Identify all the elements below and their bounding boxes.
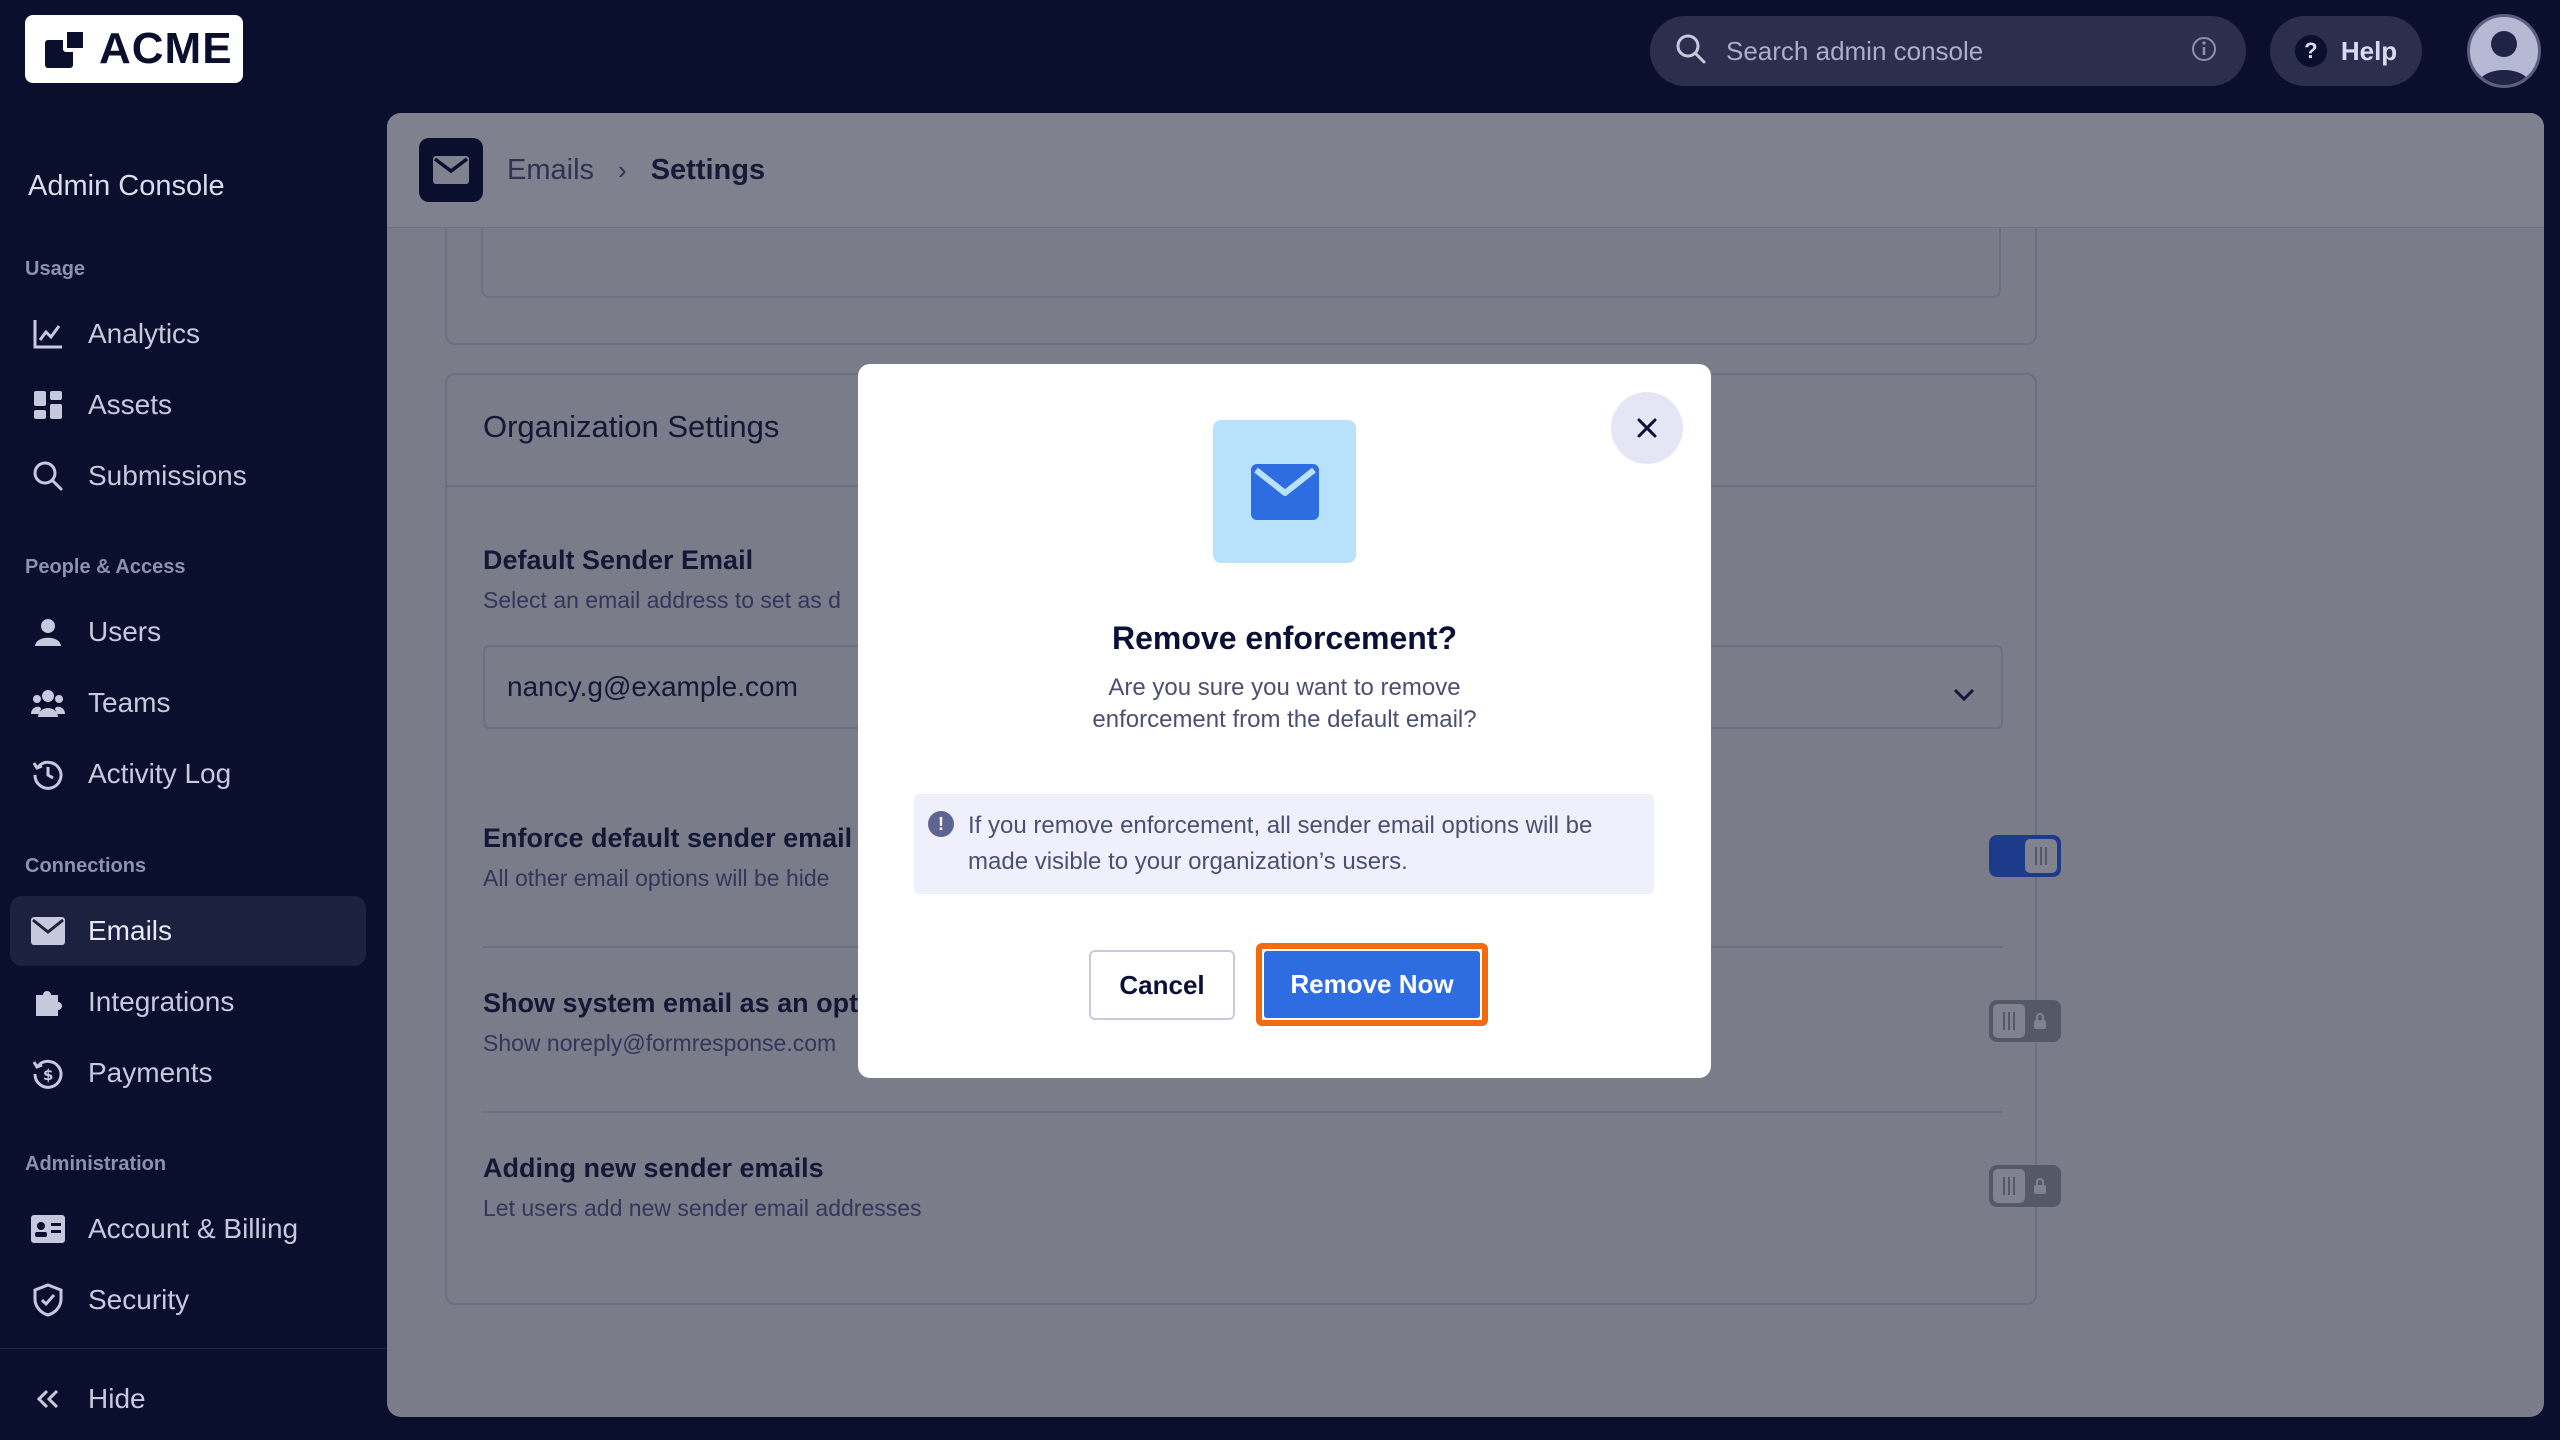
sidebar-item-label: Submissions	[88, 460, 247, 491]
breadcrumb-current: Settings	[650, 153, 766, 186]
highlight-outline: Remove Now	[1256, 943, 1488, 1026]
search-bar[interactable]	[1650, 16, 2246, 86]
sidebar-item-label: Security	[88, 1284, 190, 1315]
sender-emails-card	[445, 228, 2037, 345]
enforce-toggle[interactable]	[1989, 835, 2061, 877]
sidebar-item-label: Analytics	[88, 318, 201, 349]
sidebar-item-label: Activity Log	[88, 758, 232, 789]
sidebar-item-label: Account & Billing	[88, 1213, 299, 1244]
system-email-label: Show system email as an opt	[483, 988, 859, 1018]
breadcrumb-separator: ›	[618, 154, 627, 185]
payment-icon: $	[30, 1055, 66, 1091]
shield-icon	[30, 1282, 66, 1318]
team-icon	[30, 685, 66, 721]
acme-logo[interactable]: ACME	[25, 15, 243, 83]
sidebar-item-users[interactable]: Users	[10, 597, 366, 667]
warning-note: ! If you remove enforcement, all sender …	[914, 794, 1654, 894]
toggle-knob	[1993, 1004, 2025, 1038]
mail-icon	[1213, 420, 1356, 563]
section-usage: Usage	[25, 258, 86, 280]
sidebar-item-activity-log[interactable]: Activity Log	[10, 739, 366, 809]
enforce-description: All other email options will be hide	[483, 865, 830, 891]
sidebar-item-integrations[interactable]: Integrations	[10, 967, 366, 1037]
svg-text:$: $	[43, 1066, 53, 1084]
sidebar-item-teams[interactable]: Teams	[10, 668, 366, 738]
default-sender-description: Select an email address to set as d	[483, 587, 841, 613]
card-title: Organization Settings	[483, 409, 780, 444]
section-administration: Administration	[25, 1153, 167, 1175]
user-icon	[2478, 31, 2530, 85]
sidebar-item-submissions[interactable]: Submissions	[10, 441, 366, 511]
help-label: Help	[2340, 35, 2398, 66]
sidebar-item-analytics[interactable]: Analytics	[10, 299, 366, 369]
chevron-down-icon	[1953, 677, 1975, 709]
search-icon	[30, 458, 66, 494]
mail-icon	[419, 138, 483, 202]
logo-mark-icon	[45, 28, 89, 70]
modal-message: Are you sure you want to remove enforcem…	[1092, 674, 1477, 733]
help-button[interactable]: ? Help	[2270, 16, 2422, 86]
puzzle-icon	[30, 984, 66, 1020]
hide-sidebar-button[interactable]: Hide	[10, 1364, 366, 1434]
new-senders-label: Adding new sender emails	[483, 1153, 824, 1183]
sidebar-item-account-billing[interactable]: Account & Billing	[10, 1194, 366, 1264]
sidebar-title: Admin Console	[28, 170, 225, 202]
remove-enforcement-modal: Remove enforcement? Are you sure you wan…	[858, 364, 1711, 1078]
search-input[interactable]	[1726, 35, 2172, 67]
search-icon	[1674, 32, 1708, 71]
chart-line-icon	[30, 316, 66, 352]
remove-now-button[interactable]: Remove Now	[1264, 951, 1480, 1018]
sidebar-item-security[interactable]: Security	[10, 1265, 366, 1335]
toggle-knob	[1993, 1169, 2025, 1203]
new-senders-description: Let users add new sender email addresses	[483, 1195, 922, 1221]
mail-icon	[30, 913, 66, 949]
double-chevron-left-icon	[30, 1381, 66, 1417]
toggle-knob	[2025, 839, 2057, 873]
enforce-label: Enforce default sender email	[483, 823, 853, 853]
cancel-button[interactable]: Cancel	[1089, 950, 1235, 1020]
hide-label: Hide	[88, 1383, 146, 1414]
close-icon	[1637, 418, 1657, 438]
lock-icon	[2025, 1004, 2055, 1038]
info-icon: !	[928, 811, 954, 837]
info-icon[interactable]	[2190, 35, 2218, 68]
sidebar-item-label: Assets	[88, 389, 173, 420]
user-avatar[interactable]	[2467, 14, 2541, 88]
sidebar-item-emails[interactable]: Emails	[10, 896, 366, 966]
grid-icon	[30, 387, 66, 423]
history-icon	[30, 756, 66, 792]
sidebar-item-assets[interactable]: Assets	[10, 370, 366, 440]
id-card-icon	[30, 1211, 66, 1247]
lock-icon	[2025, 1169, 2055, 1203]
sidebar: Admin Console Usage Analytics Assets Sub…	[0, 100, 387, 1440]
close-button[interactable]	[1611, 392, 1683, 464]
help-icon: ?	[2294, 35, 2327, 67]
section-people-access: People & Access	[25, 556, 186, 578]
sidebar-item-payments[interactable]: $ Payments	[10, 1038, 366, 1108]
default-sender-label: Default Sender Email	[483, 545, 754, 575]
page-header: Emails › Settings	[387, 113, 2544, 228]
sidebar-item-label: Users	[88, 616, 162, 647]
sidebar-item-label: Payments	[88, 1057, 213, 1088]
sender-email-row	[481, 228, 2001, 298]
breadcrumb-emails[interactable]: Emails	[507, 154, 594, 187]
system-email-toggle[interactable]	[1989, 1000, 2061, 1042]
new-senders-toggle[interactable]	[1989, 1165, 2061, 1207]
modal-title: Remove enforcement?	[1112, 620, 1457, 656]
section-connections: Connections	[25, 855, 147, 877]
sidebar-item-label: Integrations	[88, 986, 235, 1017]
logo-text: ACME	[99, 24, 233, 73]
note-text: If you remove enforcement, all sender em…	[968, 812, 1593, 875]
user-icon	[30, 614, 66, 650]
sidebar-item-label: Teams	[88, 687, 171, 718]
sidebar-divider	[0, 1348, 387, 1349]
row-divider	[483, 1111, 2003, 1113]
system-email-description: Show noreply@formresponse.com	[483, 1030, 837, 1056]
default-sender-value: nancy.g@example.com	[507, 671, 798, 702]
sidebar-item-label: Emails	[88, 915, 173, 946]
